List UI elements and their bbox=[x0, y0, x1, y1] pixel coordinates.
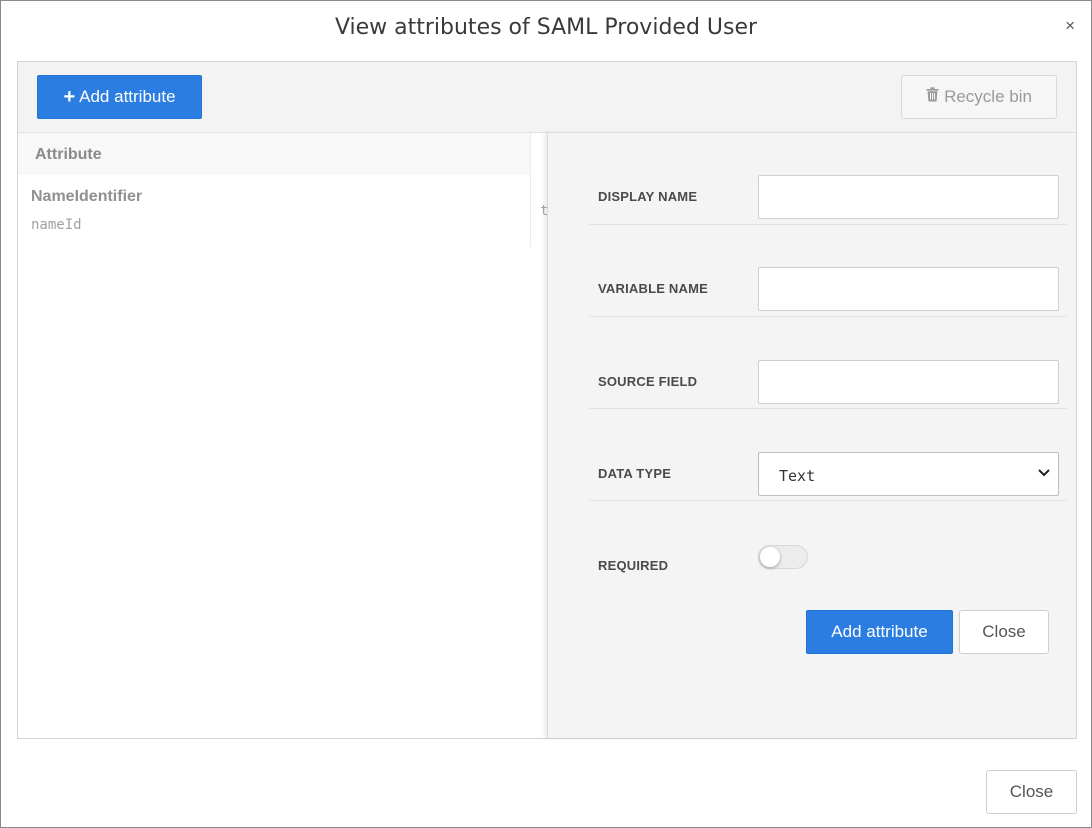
recycle-bin-label: Recycle bin bbox=[944, 87, 1032, 106]
dialog-title: View attributes of SAML Provided User bbox=[334, 15, 758, 40]
data-type-select[interactable]: Text bbox=[758, 452, 1059, 496]
display-name-input[interactable] bbox=[758, 175, 1059, 219]
list-item[interactable]: NameIdentifier nameId bbox=[18, 175, 531, 247]
add-attribute-button[interactable]: + Add attribute bbox=[37, 75, 202, 119]
required-label: REQUIRED bbox=[598, 558, 669, 573]
data-type-label: DATA TYPE bbox=[598, 466, 672, 481]
attributes-dialog: View attributes of SAML Provided User × … bbox=[0, 0, 1092, 828]
list-header: Attribute bbox=[18, 133, 531, 175]
data-type-selected-value: Text bbox=[779, 467, 816, 485]
form-close-button[interactable]: Close bbox=[959, 610, 1049, 654]
plus-icon: + bbox=[63, 86, 76, 108]
attribute-list: Attribute NameIdentifier nameId t bbox=[18, 133, 548, 738]
close-icon[interactable]: × bbox=[1065, 17, 1075, 34]
recycle-bin-button[interactable]: Recycle bin bbox=[901, 75, 1057, 119]
variable-name-row: VARIABLE NAME bbox=[589, 225, 1067, 317]
source-field-label: SOURCE FIELD bbox=[598, 374, 698, 389]
attribute-column-header: Attribute bbox=[35, 146, 102, 163]
attribute-form: DISPLAY NAME VARIABLE NAME SOURCE FIELD … bbox=[547, 133, 1076, 738]
variable-name-input[interactable] bbox=[758, 267, 1059, 311]
display-name-label: DISPLAY NAME bbox=[598, 189, 698, 204]
toolbar: + Add attribute Recycle bin bbox=[18, 62, 1076, 133]
source-field-row: SOURCE FIELD bbox=[589, 317, 1067, 409]
attribute-variable-name: nameId bbox=[31, 217, 82, 233]
data-type-row: DATA TYPE Text bbox=[589, 409, 1067, 501]
submit-add-attribute-button[interactable]: Add attribute bbox=[806, 610, 953, 654]
attributes-panel: + Add attribute Recycle bin Attribute Na… bbox=[17, 61, 1077, 739]
attribute-display-name: NameIdentifier bbox=[31, 188, 143, 205]
required-toggle[interactable] bbox=[758, 545, 808, 569]
display-name-row: DISPLAY NAME bbox=[589, 133, 1067, 225]
add-attribute-label: Add attribute bbox=[79, 87, 176, 106]
source-field-input[interactable] bbox=[758, 360, 1059, 404]
trash-icon bbox=[926, 87, 939, 107]
required-row: REQUIRED bbox=[589, 501, 1067, 593]
toggle-knob bbox=[760, 547, 780, 567]
variable-name-label: VARIABLE NAME bbox=[598, 281, 708, 296]
chevron-down-icon bbox=[1038, 469, 1050, 477]
dialog-close-button[interactable]: Close bbox=[986, 770, 1077, 814]
